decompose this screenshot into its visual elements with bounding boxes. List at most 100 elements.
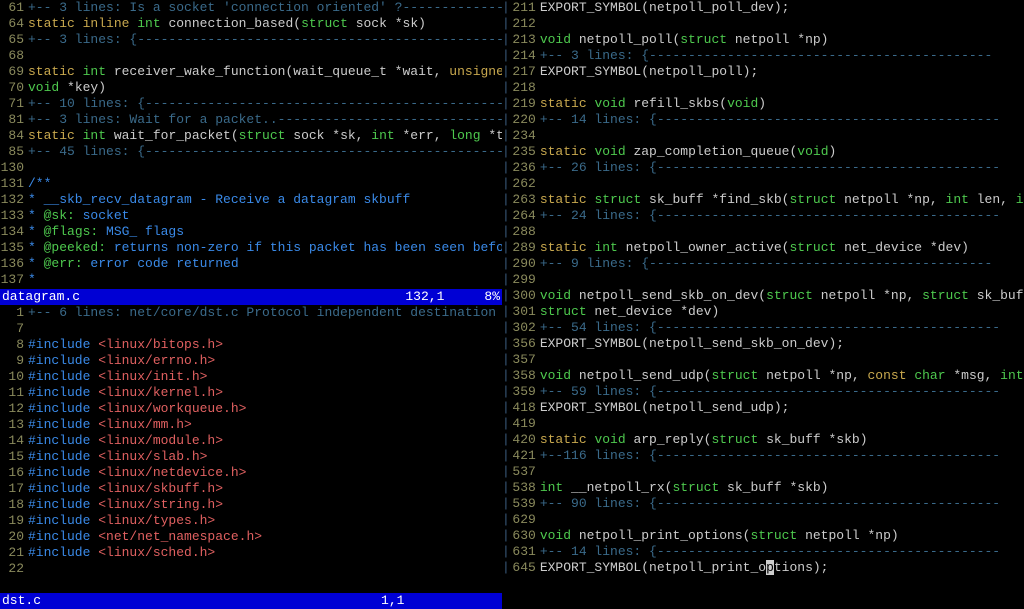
code-line[interactable]: |359 +-- 59 lines: {--------------------…	[502, 384, 1024, 400]
code-line[interactable]: 10 #include <linux/init.h>	[0, 369, 502, 385]
code-line[interactable]: 68	[0, 48, 502, 64]
line-number: 81	[0, 112, 28, 128]
code-line[interactable]: 61 +-- 3 lines: Is a socket 'connection …	[0, 0, 502, 16]
code-line[interactable]: |419	[502, 416, 1024, 432]
code-line[interactable]: |218	[502, 80, 1024, 96]
code-line[interactable]: |538 int __netpoll_rx(struct sk_buff *sk…	[502, 480, 1024, 496]
code-line[interactable]: |211 EXPORT_SYMBOL(netpoll_poll_dev);	[502, 0, 1024, 16]
pane-dst[interactable]: 1 +-- 6 lines: net/core/dst.c Protocol i…	[0, 305, 502, 594]
code-line[interactable]: |214 +-- 3 lines: {---------------------…	[502, 48, 1024, 64]
line-number: 20	[0, 529, 28, 545]
code-line[interactable]: |301 struct net_device *dev)	[502, 304, 1024, 320]
code-content: EXPORT_SYMBOL(netpoll_poll);	[540, 64, 1024, 80]
code-line[interactable]: 9 #include <linux/errno.h>	[0, 353, 502, 369]
code-line[interactable]: 1 +-- 6 lines: net/core/dst.c Protocol i…	[0, 305, 502, 321]
line-number: 217	[510, 64, 540, 80]
code-line[interactable]: |645 EXPORT_SYMBOL(netpoll_print_options…	[502, 560, 1024, 576]
code-line[interactable]: |629	[502, 512, 1024, 528]
status-pct: 8%	[484, 289, 500, 305]
code-line[interactable]: 133 * @sk: socket	[0, 208, 502, 224]
code-line[interactable]: |631 +-- 14 lines: {--------------------…	[502, 544, 1024, 560]
code-line[interactable]: 13 #include <linux/mm.h>	[0, 417, 502, 433]
code-line[interactable]: 134 * @flags: MSG_ flags	[0, 224, 502, 240]
line-number: 70	[0, 80, 28, 96]
code-line[interactable]: |262	[502, 176, 1024, 192]
code-line[interactable]: 15 #include <linux/slab.h>	[0, 449, 502, 465]
code-content: +-- 3 lines: {--------------------------…	[28, 32, 502, 48]
code-line[interactable]: 20 #include <net/net_namespace.h>	[0, 529, 502, 545]
code-line[interactable]: 136 * @err: error code returned	[0, 256, 502, 272]
line-number: 235	[510, 144, 540, 160]
left-column: 61 +-- 3 lines: Is a socket 'connection …	[0, 0, 502, 609]
code-line[interactable]: 17 #include <linux/skbuff.h>	[0, 481, 502, 497]
code-content	[540, 416, 1024, 432]
code-line[interactable]: |539 +-- 90 lines: {--------------------…	[502, 496, 1024, 512]
code-content: +-- 26 lines: {-------------------------…	[540, 160, 1024, 176]
code-line[interactable]: 18 #include <linux/string.h>	[0, 497, 502, 513]
code-line[interactable]: 22	[0, 561, 502, 577]
line-number: 68	[0, 48, 28, 64]
pane-netpoll[interactable]: |211 EXPORT_SYMBOL(netpoll_poll_dev);|21…	[502, 0, 1024, 609]
status-file: datagram.c	[2, 289, 80, 305]
code-line[interactable]: |219 static void refill_skbs(void)	[502, 96, 1024, 112]
code-line[interactable]: |420 static void arp_reply(struct sk_buf…	[502, 432, 1024, 448]
code-line[interactable]: |358 void netpoll_send_udp(struct netpol…	[502, 368, 1024, 384]
code-line[interactable]: |235 static void zap_completion_queue(vo…	[502, 144, 1024, 160]
code-line[interactable]: |418 EXPORT_SYMBOL(netpoll_send_udp);	[502, 400, 1024, 416]
code-line[interactable]: |356 EXPORT_SYMBOL(netpoll_send_skb_on_d…	[502, 336, 1024, 352]
code-content: +-- 3 lines: {--------------------------…	[540, 48, 1024, 64]
code-line[interactable]: |264 +-- 24 lines: {--------------------…	[502, 208, 1024, 224]
line-number: 302	[510, 320, 540, 336]
code-line[interactable]: 132 * __skb_recv_datagram - Receive a da…	[0, 192, 502, 208]
code-line[interactable]: |263 static struct sk_buff *find_skb(str…	[502, 192, 1024, 208]
code-line[interactable]: |630 void netpoll_print_options(struct n…	[502, 528, 1024, 544]
code-line[interactable]: |357	[502, 352, 1024, 368]
code-line[interactable]: |300 void netpoll_send_skb_on_dev(struct…	[502, 288, 1024, 304]
line-number: 12	[0, 401, 28, 417]
code-content: static void refill_skbs(void)	[540, 96, 1024, 112]
code-line[interactable]: 8 #include <linux/bitops.h>	[0, 337, 502, 353]
code-content	[540, 16, 1024, 32]
code-line[interactable]: |289 static int netpoll_owner_active(str…	[502, 240, 1024, 256]
code-line[interactable]: 14 #include <linux/module.h>	[0, 433, 502, 449]
code-line[interactable]: 16 #include <linux/netdevice.h>	[0, 465, 502, 481]
code-line[interactable]: 7	[0, 321, 502, 337]
code-line[interactable]: 81 +-- 3 lines: Wait for a packet..-----…	[0, 112, 502, 128]
line-number: 218	[510, 80, 540, 96]
code-line[interactable]: 137 *	[0, 272, 502, 288]
code-line[interactable]: 135 * @peeked: returns non-zero if this …	[0, 240, 502, 256]
line-number: 539	[510, 496, 540, 512]
code-line[interactable]: 11 #include <linux/kernel.h>	[0, 385, 502, 401]
code-line[interactable]: |234	[502, 128, 1024, 144]
code-line[interactable]: |217 EXPORT_SYMBOL(netpoll_poll);	[502, 64, 1024, 80]
code-line[interactable]: 85 +-- 45 lines: {----------------------…	[0, 144, 502, 160]
code-line[interactable]: 71 +-- 10 lines: {----------------------…	[0, 96, 502, 112]
code-line[interactable]: |220 +-- 14 lines: {--------------------…	[502, 112, 1024, 128]
code-line[interactable]: 84 static int wait_for_packet(struct soc…	[0, 128, 502, 144]
code-line[interactable]: 131 /**	[0, 176, 502, 192]
code-line[interactable]: 19 #include <linux/types.h>	[0, 513, 502, 529]
code-content: +-- 59 lines: {-------------------------…	[540, 384, 1024, 400]
code-line[interactable]: 70 void *key)	[0, 80, 502, 96]
code-line[interactable]: 69 static int receiver_wake_function(wai…	[0, 64, 502, 80]
code-content: +-- 54 lines: {-------------------------…	[540, 320, 1024, 336]
code-line[interactable]: 130	[0, 160, 502, 176]
code-line[interactable]: 64 static inline int connection_based(st…	[0, 16, 502, 32]
code-line[interactable]: |213 void netpoll_poll(struct netpoll *n…	[502, 32, 1024, 48]
code-line[interactable]: |288	[502, 224, 1024, 240]
code-line[interactable]: |290 +-- 9 lines: {---------------------…	[502, 256, 1024, 272]
code-line[interactable]: 21 #include <linux/sched.h>	[0, 545, 502, 561]
code-content: +-- 45 lines: {-------------------------…	[28, 144, 502, 160]
code-line[interactable]: |299	[502, 272, 1024, 288]
pane-datagram[interactable]: 61 +-- 3 lines: Is a socket 'connection …	[0, 0, 502, 289]
code-line[interactable]: |212	[502, 16, 1024, 32]
code-line[interactable]: |421 +--116 lines: {--------------------…	[502, 448, 1024, 464]
line-number: 11	[0, 385, 28, 401]
code-line[interactable]: |236 +-- 26 lines: {--------------------…	[502, 160, 1024, 176]
code-line[interactable]: |302 +-- 54 lines: {--------------------…	[502, 320, 1024, 336]
code-line[interactable]: 65 +-- 3 lines: {-----------------------…	[0, 32, 502, 48]
code-line[interactable]: 12 #include <linux/workqueue.h>	[0, 401, 502, 417]
code-content: +-- 14 lines: {-------------------------…	[540, 112, 1024, 128]
code-line[interactable]: |537	[502, 464, 1024, 480]
line-number: 356	[510, 336, 540, 352]
